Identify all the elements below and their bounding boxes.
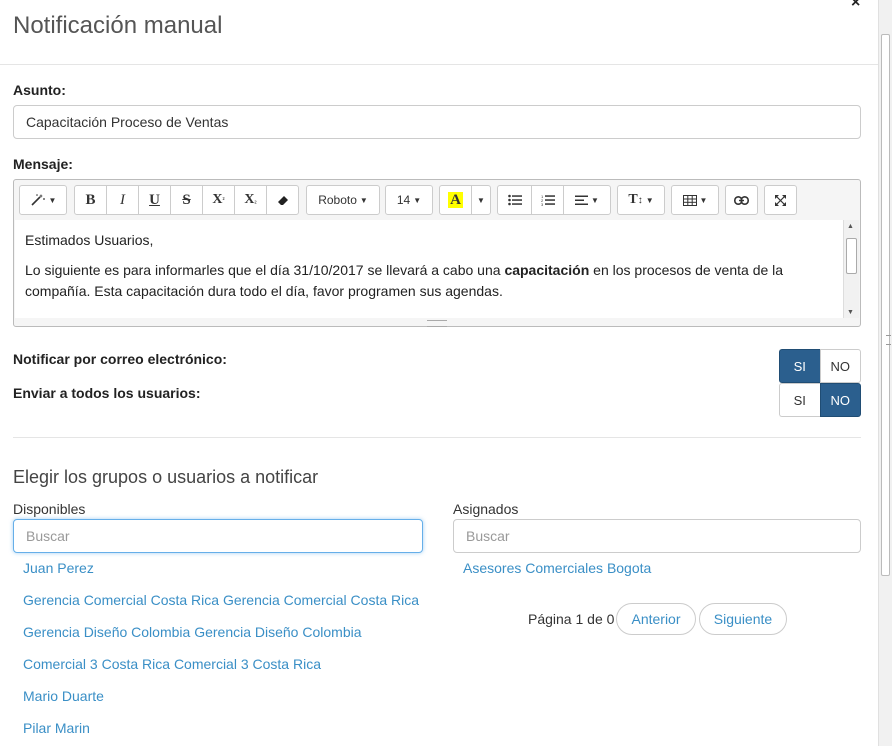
font-family-select[interactable]: Roboto ▼: [306, 185, 380, 215]
strikethrough-icon[interactable]: S: [170, 185, 203, 215]
modal-title: Notificación manual: [13, 12, 223, 39]
available-item[interactable]: Mario Duarte: [23, 688, 104, 704]
assigned-header: Asignados: [453, 501, 519, 517]
font-size-select[interactable]: 14 ▼: [385, 185, 433, 215]
line-height-icon[interactable]: T ↕ ▼: [617, 185, 665, 215]
page-scroll-thumb[interactable]: [881, 34, 891, 576]
italic-icon[interactable]: I: [106, 185, 139, 215]
editor-scroll-thumb[interactable]: [846, 238, 857, 274]
bold-icon[interactable]: B: [74, 185, 107, 215]
notify-email-no[interactable]: NO: [819, 349, 861, 383]
subject-input[interactable]: Capacitación Proceso de Ventas: [13, 105, 861, 139]
subscript-icon[interactable]: X₂: [234, 185, 267, 215]
unordered-list-icon[interactable]: [497, 185, 532, 215]
available-item[interactable]: Pilar Marin: [23, 720, 90, 736]
message-line-2: Lo siguiente es para informarles que el …: [25, 262, 784, 299]
superscript-icon[interactable]: X²: [202, 185, 235, 215]
magic-wand-icon[interactable]: ▼: [19, 185, 67, 215]
send-all-no[interactable]: NO: [819, 383, 861, 417]
available-item[interactable]: Comercial 3 Costa Rica Comercial 3 Costa…: [23, 656, 321, 672]
svg-text:3: 3: [541, 202, 544, 206]
notify-email-label: Notificar por correo electrónico:: [13, 351, 227, 367]
available-search-input[interactable]: Buscar: [13, 519, 423, 553]
underline-icon[interactable]: U: [138, 185, 171, 215]
scroll-grip-icon: [886, 335, 891, 345]
rich-text-editor: ▼ B I U S X² X₂ Roboto ▼ 14 ▼ A ▼ 123 ▼ …: [13, 179, 861, 327]
ordered-list-icon[interactable]: 123: [531, 185, 564, 215]
editor-scrollbar[interactable]: ▲ ▼: [843, 220, 859, 318]
next-page-button[interactable]: Siguiente: [699, 603, 787, 635]
send-all-yes[interactable]: SI: [779, 383, 820, 417]
available-search-placeholder: Buscar: [26, 528, 70, 544]
pager-text: Página 1 de 0: [528, 611, 615, 627]
assigned-search-input[interactable]: Buscar: [453, 519, 861, 553]
font-size-value: 14: [396, 193, 411, 207]
groups-title: Elegir los grupos o usuarios a notificar: [13, 467, 319, 487]
fullscreen-icon[interactable]: [764, 185, 797, 215]
eraser-icon[interactable]: [266, 185, 299, 215]
align-icon[interactable]: ▼: [563, 185, 611, 215]
notify-email-toggle: SI NO: [779, 349, 861, 383]
font-color-dropdown[interactable]: ▼: [471, 185, 491, 215]
send-all-toggle: SI NO: [779, 383, 861, 417]
editor-resize-handle[interactable]: [427, 320, 447, 327]
available-header: Disponibles: [13, 501, 86, 517]
font-family-value: Roboto: [318, 193, 357, 207]
font-color-icon[interactable]: A: [439, 185, 472, 215]
available-item[interactable]: Gerencia Diseño Colombia Gerencia Diseño…: [23, 624, 362, 640]
table-icon[interactable]: ▼: [671, 185, 719, 215]
send-all-label: Enviar a todos los usuarios:: [13, 385, 201, 401]
link-icon[interactable]: [725, 185, 758, 215]
modal-header: Notificación manual ×: [0, 0, 878, 65]
assigned-item[interactable]: Asesores Comerciales Bogota: [463, 560, 651, 576]
bold-word: capacitación: [504, 262, 590, 278]
scroll-up-icon[interactable]: ▲: [847, 223, 854, 230]
assigned-search-placeholder: Buscar: [466, 528, 510, 544]
notify-email-yes[interactable]: SI: [779, 349, 820, 383]
subject-value: Capacitación Proceso de Ventas: [26, 114, 229, 130]
available-item[interactable]: Juan Perez: [23, 560, 94, 576]
message-line-1: Estimados Usuarios,: [25, 232, 154, 248]
page-scrollbar[interactable]: [878, 0, 892, 746]
scroll-down-icon[interactable]: ▼: [847, 309, 854, 316]
editor-content[interactable]: Estimados Usuarios, Lo siguiente es para…: [15, 220, 845, 318]
previous-page-button[interactable]: Anterior: [616, 603, 696, 635]
message-label: Mensaje:: [13, 156, 73, 172]
section-divider: [13, 437, 861, 438]
available-item[interactable]: Gerencia Comercial Costa Rica Gerencia C…: [23, 592, 419, 608]
close-icon[interactable]: ×: [851, 0, 860, 12]
subject-label: Asunto:: [13, 82, 66, 98]
